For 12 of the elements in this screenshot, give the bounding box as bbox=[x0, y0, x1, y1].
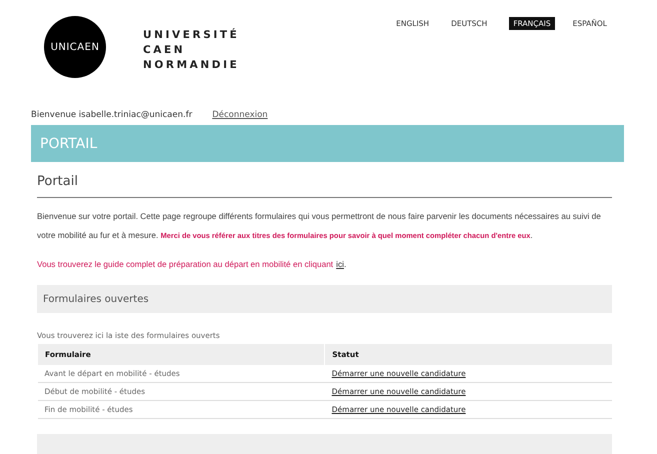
university-name: UNIVERSITÉ bbox=[143, 28, 240, 42]
period-text: . bbox=[344, 259, 346, 269]
university-name: CAEN bbox=[143, 43, 186, 57]
guide-link[interactable]: ici bbox=[336, 259, 344, 269]
page-title: Portail bbox=[37, 174, 612, 198]
welcome-text: Bienvenue isabelle.triniac@unicaen.fr bbox=[31, 110, 192, 120]
guide-text: Vous trouverez le guide complet de préparation au départ en mobilité en cliquant bbox=[37, 259, 334, 269]
banner-title: PORTAIL bbox=[40, 136, 98, 152]
university-name: NORMANDIE bbox=[143, 58, 240, 72]
section-title: Formulaires ouvertes bbox=[43, 294, 149, 304]
logo: UNICAEN bbox=[44, 16, 106, 78]
logout-link[interactable]: Déconnexion bbox=[212, 110, 268, 120]
